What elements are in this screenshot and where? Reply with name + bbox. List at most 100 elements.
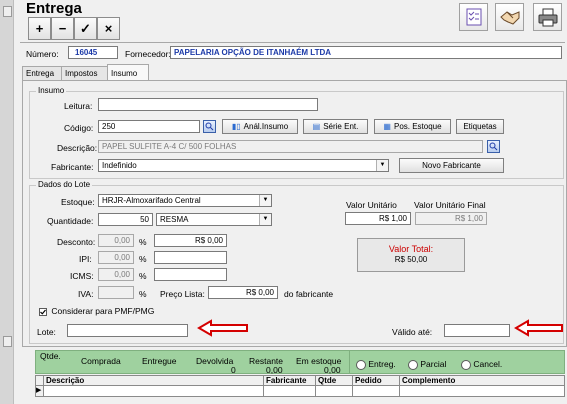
ipi-valor-input[interactable] bbox=[154, 251, 227, 264]
novo-fabricante-button[interactable]: Novo Fabricante bbox=[399, 158, 504, 173]
handshake-icon[interactable] bbox=[495, 3, 524, 31]
quantidade-label: Quantidade: bbox=[47, 216, 94, 226]
serie-ent-button[interactable]: ▤ Série Ent. bbox=[303, 119, 368, 134]
scroll-up-handle[interactable] bbox=[3, 6, 12, 17]
chevron-down-icon: ▼ bbox=[259, 214, 271, 225]
numero-field[interactable]: 16045 bbox=[68, 46, 118, 59]
radio-entreg-label: Entreg. bbox=[368, 359, 396, 369]
fornecedor-label: Fornecedor: bbox=[125, 49, 171, 59]
table-row[interactable]: ▶ bbox=[35, 386, 565, 397]
radio-icon bbox=[356, 359, 366, 370]
chevron-down-icon: ▼ bbox=[376, 160, 388, 171]
tab-impostos[interactable]: Impostos bbox=[61, 66, 111, 81]
leitura-input[interactable] bbox=[98, 98, 318, 111]
leitura-label: Leitura: bbox=[64, 101, 93, 111]
cell-complemento[interactable] bbox=[399, 386, 564, 396]
desconto-valor-input[interactable]: R$ 0,00 bbox=[154, 234, 227, 247]
descricao-search-icon[interactable] bbox=[487, 140, 500, 153]
estoque-value: HRJR-Almoxarifado Central bbox=[102, 196, 201, 205]
descricao-field: PAPEL SULFITE A-4 C/ 500 FOLHAS bbox=[98, 140, 483, 153]
devolvida-value: 0 bbox=[231, 365, 236, 375]
ipi-pct-symbol: % bbox=[139, 254, 147, 264]
remove-button[interactable]: − bbox=[51, 17, 74, 40]
lote-input[interactable] bbox=[67, 324, 188, 337]
quantidade-input[interactable]: 50 bbox=[98, 213, 153, 226]
valor-unitario-input[interactable]: R$ 1,00 bbox=[345, 212, 411, 225]
unidade-select[interactable]: RESMA ▼ bbox=[156, 213, 272, 226]
summary-bar: Qtde. Comprada Entregue Devolvida 0 Rest… bbox=[35, 350, 565, 375]
valido-label: Válido até: bbox=[392, 327, 433, 337]
insumo-legend: Insumo bbox=[36, 86, 67, 95]
fabricante-value: Indefinido bbox=[102, 161, 137, 170]
radio-parcial[interactable]: Parcial bbox=[408, 359, 446, 370]
valor-unitario-label: Valor Unitário bbox=[346, 200, 397, 210]
iva-label: IVA: bbox=[78, 289, 94, 299]
icms-pct-field[interactable]: 0,00 bbox=[98, 268, 134, 281]
table-icon: ▦ bbox=[383, 122, 391, 131]
icms-label: ICMS: bbox=[70, 271, 94, 281]
valor-total-value: R$ 50,00 bbox=[394, 255, 428, 264]
radio-parcial-label: Parcial bbox=[420, 359, 447, 369]
devolvida-label: Devolvida bbox=[196, 356, 234, 366]
add-button[interactable]: + bbox=[28, 17, 51, 40]
serie-ent-label: Série Ent. bbox=[323, 122, 359, 131]
codigo-label: Código: bbox=[64, 123, 94, 133]
grid-header: Descrição Fabricante Qtde Pedido Complem… bbox=[35, 375, 565, 386]
valido-input[interactable] bbox=[444, 324, 510, 337]
chart-icon: ▮▯ bbox=[231, 122, 241, 131]
printer-icon[interactable] bbox=[533, 3, 562, 31]
left-scrollbar[interactable] bbox=[0, 0, 14, 404]
do-fabricante-label: do fabricante bbox=[284, 289, 334, 299]
etiquetas-button[interactable]: Etiquetas bbox=[456, 119, 504, 134]
considerar-checkbox[interactable]: Considerar para PMF/PMG bbox=[39, 306, 154, 316]
desconto-pct-symbol: % bbox=[139, 237, 147, 247]
ipi-pct-field[interactable]: 0,00 bbox=[98, 251, 134, 264]
restante-value: 0,00 bbox=[266, 365, 283, 375]
scroll-down-handle[interactable] bbox=[3, 336, 12, 347]
fabricante-select[interactable]: Indefinido ▼ bbox=[98, 159, 389, 172]
estoque-select[interactable]: HRJR-Almoxarifado Central ▼ bbox=[98, 194, 272, 207]
iva-pct-field[interactable] bbox=[98, 286, 134, 299]
lote-label: Lote: bbox=[37, 327, 56, 337]
anal-insumo-label: Anál.Insumo bbox=[243, 122, 289, 131]
desconto-pct-field[interactable]: 0,00 bbox=[98, 234, 134, 247]
icms-pct-symbol: % bbox=[139, 271, 147, 281]
pos-estoque-button[interactable]: ▦ Pos. Estoque bbox=[374, 119, 451, 134]
column-pedido[interactable]: Pedido bbox=[352, 376, 399, 385]
column-complemento[interactable]: Complemento bbox=[399, 376, 564, 385]
entregue-label: Entregue bbox=[142, 356, 177, 366]
cell-pedido[interactable] bbox=[352, 386, 399, 396]
radio-icon bbox=[408, 359, 418, 370]
anal-insumo-button[interactable]: ▮▯ Anál.Insumo bbox=[222, 119, 298, 134]
cell-qtde[interactable] bbox=[315, 386, 352, 396]
descricao-label: Descrição: bbox=[57, 143, 98, 153]
left-arrow-icon bbox=[197, 319, 248, 337]
cell-fabricante[interactable] bbox=[263, 386, 315, 396]
row-indicator-icon: ▶ bbox=[36, 386, 43, 396]
codigo-input[interactable]: 250 bbox=[98, 120, 200, 133]
pos-estoque-label: Pos. Estoque bbox=[393, 122, 442, 131]
radio-cancel-label: Cancel. bbox=[473, 359, 503, 369]
icms-valor-input[interactable] bbox=[154, 268, 227, 281]
checklist-icon[interactable] bbox=[459, 3, 488, 31]
list-icon: ▤ bbox=[312, 122, 321, 131]
cancel-button[interactable]: × bbox=[97, 17, 120, 40]
column-descricao[interactable]: Descrição bbox=[43, 376, 263, 385]
tab-entrega[interactable]: Entrega bbox=[22, 66, 63, 81]
valor-total-box: Valor Total: R$ 50,00 bbox=[357, 238, 465, 272]
qtde-label: Qtde. bbox=[40, 351, 61, 361]
ipi-label: IPI: bbox=[79, 254, 92, 264]
fornecedor-field[interactable]: PAPELARIA OPÇÃO DE ITANHAÉM LTDA bbox=[170, 46, 562, 59]
confirm-button[interactable]: ✓ bbox=[74, 17, 97, 40]
estoque-label: Estoque: bbox=[61, 197, 95, 207]
iva-pct-symbol: % bbox=[139, 289, 147, 299]
left-arrow-icon bbox=[514, 319, 563, 337]
codigo-search-icon[interactable] bbox=[203, 120, 216, 133]
column-qtde[interactable]: Qtde bbox=[315, 376, 352, 385]
preco-lista-input[interactable]: R$ 0,00 bbox=[208, 286, 278, 299]
radio-cancel[interactable]: Cancel. bbox=[461, 359, 502, 370]
cell-descricao[interactable] bbox=[43, 386, 263, 396]
numero-label: Número: bbox=[26, 49, 59, 59]
column-fabricante[interactable]: Fabricante bbox=[263, 376, 315, 385]
radio-entreg[interactable]: Entreg. bbox=[356, 359, 396, 370]
